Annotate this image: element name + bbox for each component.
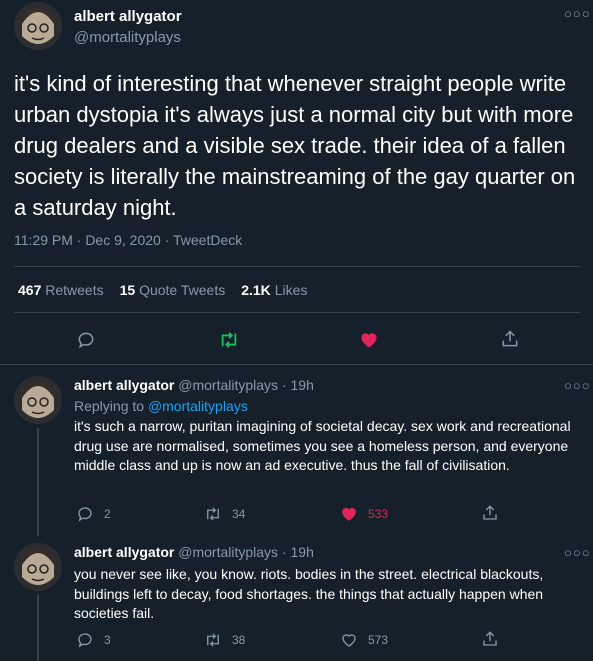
reply-icon (78, 633, 92, 648)
share-icon (483, 631, 497, 646)
reply-count: 3 (104, 633, 111, 647)
timestamp[interactable]: · 19h (282, 377, 314, 393)
replying-to-handle[interactable]: @mortalityplays (148, 398, 248, 414)
avatar-image (14, 2, 62, 50)
tweet-stats: 467 Retweets 15 Quote Tweets 2.1K Likes (18, 282, 307, 298)
reply-header: albert allygator @mortalityplays · 19h (74, 544, 314, 560)
reply-count: 2 (104, 507, 111, 521)
tweet-meta: 11:29 PM · Dec 9, 2020 · TweetDeck (14, 232, 243, 248)
retweet-icon (207, 633, 219, 647)
share-icon (483, 505, 497, 520)
reply-text: it's such a narrow, puritan imagining of… (74, 418, 571, 473)
avatar[interactable] (14, 2, 62, 50)
like-icon (342, 634, 356, 647)
divider (0, 364, 593, 365)
more-dots-icon[interactable]: ○○○ (564, 545, 591, 560)
likes-stat[interactable]: 2.1K Likes (241, 282, 307, 298)
share-button[interactable] (481, 504, 499, 522)
reply-button[interactable]: 3 (76, 631, 111, 649)
retweet-count: 38 (232, 633, 246, 647)
more-dots-icon[interactable]: ○○○ (564, 6, 591, 21)
more-dots-icon[interactable]: ○○○ (564, 378, 591, 393)
handle[interactable]: @mortalityplays (178, 377, 278, 393)
thread-line (37, 428, 39, 536)
display-name[interactable]: albert allygator (74, 544, 174, 560)
divider (14, 266, 580, 267)
reply-icon (78, 507, 92, 522)
avatar[interactable] (14, 376, 62, 424)
display-name[interactable]: albert allygator (74, 377, 174, 393)
retweet-button[interactable]: 34 (204, 505, 245, 523)
replying-to: Replying to @mortalityplays (74, 398, 248, 414)
display-name[interactable]: albert allygator (74, 8, 182, 25)
like-icon-filled (342, 507, 356, 521)
reply-text: you never see like, you know. riots. bod… (74, 566, 544, 621)
thread-line (37, 595, 39, 661)
like-button[interactable]: 533 (340, 505, 388, 523)
handle[interactable]: @mortalityplays (74, 29, 181, 46)
timestamp[interactable]: · 19h (282, 544, 314, 560)
like-count: 533 (368, 507, 389, 521)
retweets-stat[interactable]: 467 Retweets (18, 282, 104, 298)
retweet-button[interactable] (218, 330, 240, 355)
retweet-button[interactable]: 38 (204, 631, 245, 649)
retweet-icon (221, 332, 237, 348)
avatar[interactable] (14, 543, 62, 591)
retweet-count: 34 (232, 507, 246, 521)
quote-tweets-stat[interactable]: 15 Quote Tweets (120, 282, 226, 298)
retweet-icon (207, 507, 219, 521)
like-icon-filled (361, 333, 377, 348)
avatar-image (14, 543, 62, 591)
share-button[interactable] (500, 329, 520, 354)
divider (14, 312, 580, 313)
like-count: 573 (368, 633, 389, 647)
like-button[interactable] (359, 330, 379, 355)
reply-header: albert allygator @mortalityplays · 19h (74, 377, 314, 393)
reply-button[interactable]: 2 (76, 505, 111, 523)
like-button[interactable]: 573 (340, 631, 388, 649)
reply-icon (78, 332, 94, 349)
share-icon (502, 330, 518, 347)
handle[interactable]: @mortalityplays (178, 544, 278, 560)
reply-button[interactable] (76, 330, 96, 355)
share-button[interactable] (481, 630, 499, 648)
tweet-text: it's kind of interesting that whenever s… (14, 71, 576, 220)
avatar-image (14, 376, 62, 424)
